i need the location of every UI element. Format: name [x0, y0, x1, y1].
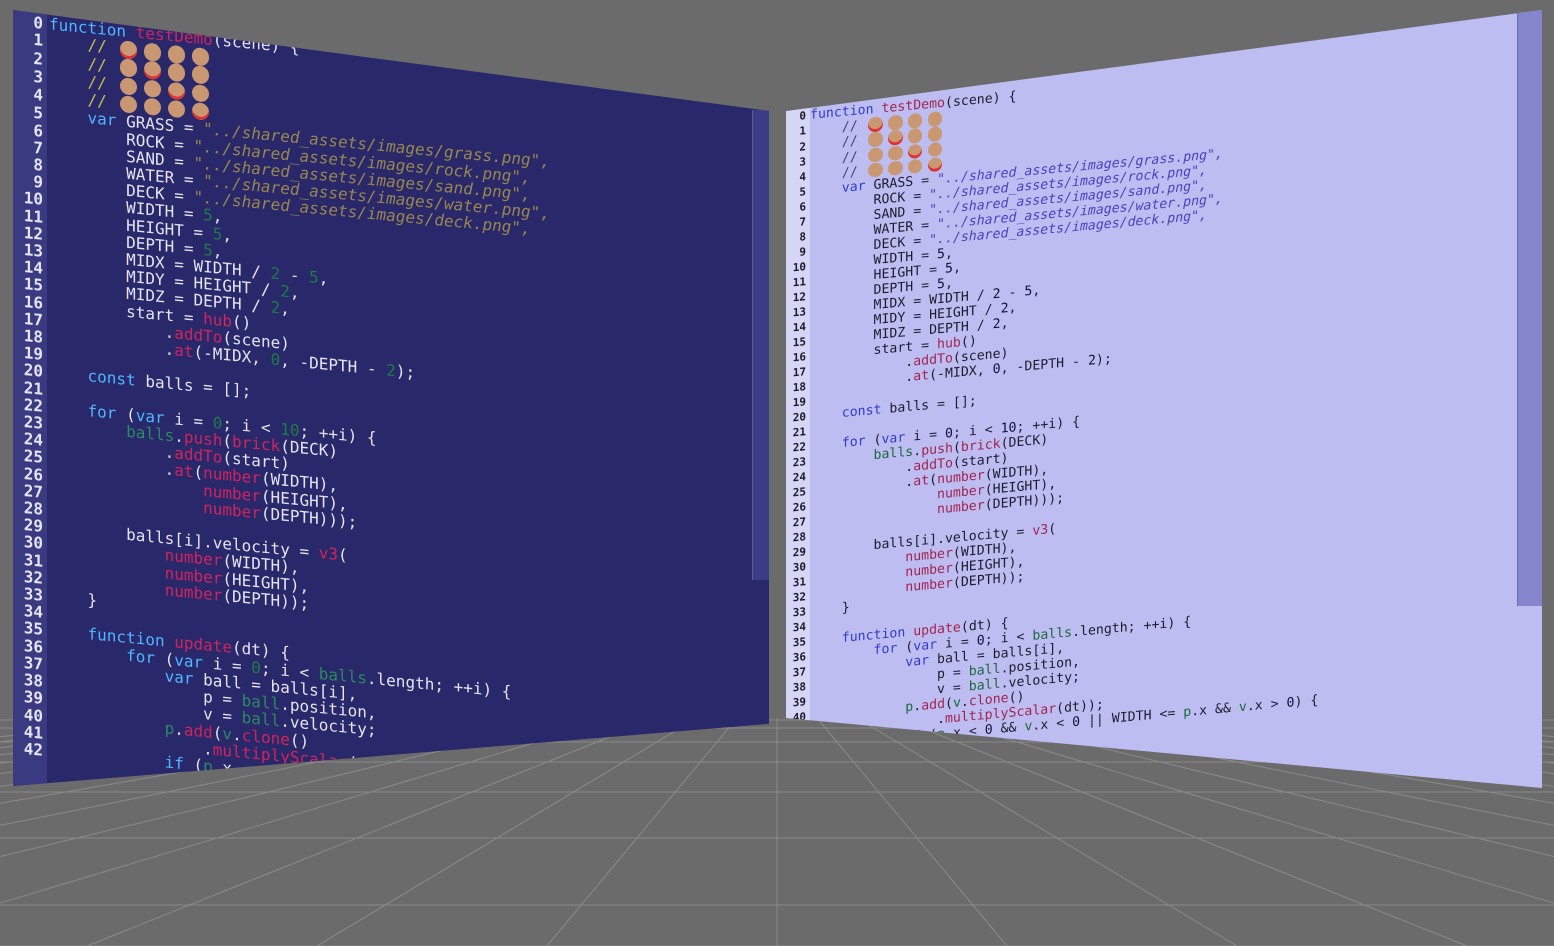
egg-emoji-icon	[927, 110, 943, 127]
code-token: v3	[318, 543, 338, 565]
code-token: -	[1000, 284, 1025, 302]
line-number: 2	[799, 139, 806, 154]
code-token: 2	[992, 316, 1001, 333]
egg-emoji-icon	[887, 145, 903, 161]
code-token: v3	[1032, 522, 1049, 539]
chicken-emoji-icon	[143, 60, 162, 80]
code-token: (	[337, 545, 348, 566]
code-token: if	[164, 752, 194, 775]
egg-emoji-icon	[887, 160, 903, 177]
egg-emoji-icon	[927, 141, 943, 158]
code-token: at	[174, 340, 194, 362]
egg-emoji-icon	[191, 83, 210, 103]
line-number: 4	[33, 85, 43, 105]
code-token: (	[929, 472, 938, 489]
line-number: 42	[23, 738, 43, 760]
code-token: 0	[1072, 714, 1081, 731]
code-token: 2	[992, 286, 1001, 303]
vertical-scrollbar[interactable]	[752, 110, 769, 580]
code-token: 5	[309, 267, 319, 288]
egg-emoji-icon	[907, 128, 923, 144]
chicken-emoji-icon	[119, 40, 138, 60]
code-token: at	[913, 473, 930, 490]
code-token: ,	[1032, 283, 1041, 299]
chicken-emoji-icon	[907, 143, 923, 160]
code-token: 2	[1087, 353, 1096, 369]
chicken-emoji-icon	[887, 129, 903, 146]
code-token: (	[1048, 521, 1057, 538]
code-token: 0	[945, 426, 953, 442]
code-token: &&	[992, 719, 1025, 738]
code-token: ,	[289, 282, 300, 303]
code-token: 0	[984, 722, 993, 739]
code-token: 0	[992, 361, 1001, 378]
code-token: ,	[318, 268, 329, 288]
line-number: 3	[33, 66, 43, 87]
code-token: .	[960, 694, 969, 711]
code-token: .	[913, 443, 922, 460]
code-token: ,	[1000, 316, 1009, 332]
vertical-scrollbar[interactable]	[1517, 10, 1542, 606]
code-text[interactable]: 0 function testDemo(scene) {1 // 2 // 3 /…	[786, 62, 1319, 756]
line-number: 3	[799, 154, 806, 169]
grid-line	[546, 717, 738, 946]
code-token: ,	[222, 224, 233, 245]
code-token: .x >	[1246, 696, 1287, 715]
egg-emoji-icon	[907, 158, 923, 175]
code-token: 2	[1000, 301, 1009, 317]
code-token: 5	[944, 261, 953, 277]
code-token: ()	[1008, 689, 1025, 707]
code-token: ,	[280, 298, 290, 319]
code-token: 2	[386, 360, 396, 381]
egg-emoji-icon	[868, 131, 883, 148]
line-number: 1	[33, 30, 43, 51]
egg-emoji-icon	[887, 114, 903, 131]
egg-emoji-icon	[167, 62, 186, 83]
code-token: v	[1238, 699, 1247, 716]
code-editor-left[interactable]: 0 function testDemo(scene) {1 // 2 // 3 /…	[13, 10, 769, 786]
egg-emoji-icon	[907, 112, 923, 129]
code-token: ,	[1008, 300, 1017, 317]
line-number: 2	[33, 48, 43, 69]
egg-emoji-icon	[191, 65, 210, 85]
egg-emoji-icon	[868, 146, 883, 163]
code-token: );	[395, 361, 416, 383]
code-token: 0	[976, 633, 985, 649]
egg-emoji-icon	[143, 42, 162, 62]
egg-emoji-icon	[119, 58, 138, 78]
code-token: ,	[945, 246, 953, 262]
egg-emoji-icon	[868, 162, 883, 178]
code-token: (	[945, 696, 953, 712]
code-token: 2	[270, 297, 281, 318]
egg-emoji-icon	[119, 76, 138, 96]
egg-emoji-icon	[191, 46, 210, 67]
code-token: v	[952, 695, 961, 712]
vr-scene: 0 function testDemo(scene) {1 // 2 // 3 /…	[0, 0, 1554, 946]
code-editor-right[interactable]: 0 function testDemo(scene) {1 // 2 // 3 /…	[786, 10, 1542, 788]
code-token: .	[913, 698, 922, 715]
grid-line	[816, 717, 1008, 946]
code-token: ,	[945, 276, 953, 292]
egg-emoji-icon	[143, 78, 162, 99]
code-token: 5	[937, 276, 945, 293]
egg-emoji-icon	[927, 126, 943, 143]
egg-emoji-icon	[167, 44, 186, 64]
code-token: 0	[270, 349, 281, 370]
code-token: at	[913, 368, 930, 385]
code-token: );	[1095, 351, 1112, 369]
chicken-emoji-icon	[167, 81, 186, 101]
chicken-emoji-icon	[927, 156, 943, 173]
code-text[interactable]: 0 function testDemo(scene) {1 // 2 // 3 /…	[13, 12, 666, 786]
code-token: .x &&	[1191, 700, 1239, 720]
chicken-emoji-icon	[868, 116, 883, 133]
code-token: 10	[1000, 420, 1017, 437]
code-token: (	[952, 440, 961, 457]
code-token: 5	[937, 246, 945, 263]
code-token: ()	[960, 333, 977, 351]
code-token: ,	[952, 260, 961, 277]
code-token: ) {	[1294, 693, 1319, 711]
code-token: .x <	[1032, 715, 1073, 734]
